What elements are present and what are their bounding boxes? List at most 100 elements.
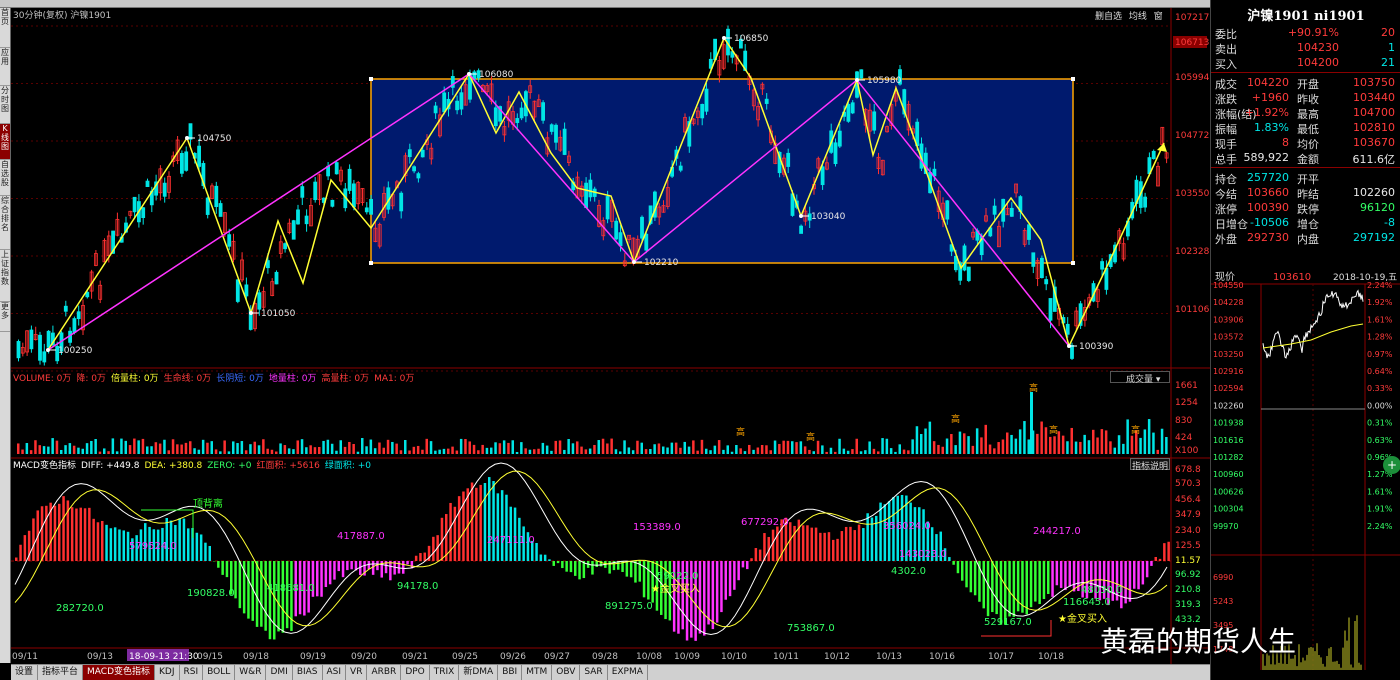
date-axis-label: 09/21 — [402, 652, 428, 662]
top-divergence-label: 顶背离 — [193, 497, 223, 510]
macd-area-label: 417887.0 — [337, 531, 385, 542]
date-axis-label: 10/13 — [876, 652, 902, 662]
indicator-tab[interactable]: BBI — [498, 665, 523, 680]
indicator-tab[interactable]: TRIX — [430, 665, 460, 680]
indicator-tab[interactable]: 指标平台 — [38, 665, 84, 680]
indicator-tab[interactable]: BOLL — [203, 665, 236, 680]
quote-value: 257720 — [1247, 171, 1289, 184]
intraday-mini-chart[interactable]: 现价 103610 2018-10-19,五10455010422810390610… — [1211, 270, 1400, 680]
indicator-tab[interactable]: RSI — [180, 665, 204, 680]
indicator-tab[interactable]: SAR — [580, 665, 608, 680]
quote-value: -10506 — [1250, 216, 1289, 229]
mini-axis-right: 2.24% — [1367, 281, 1393, 290]
volume-legend-item: 降: 0万 — [76, 374, 106, 384]
indicator-help-button[interactable]: 指标说明 — [1130, 458, 1170, 472]
nav-7[interactable]: 更多 — [0, 302, 10, 332]
quote-value: 1 — [1388, 41, 1395, 54]
quote-label: 成交 — [1215, 78, 1237, 91]
zigzag-label: 101050 — [261, 309, 296, 319]
mini-axis-left: 100960 — [1213, 470, 1244, 479]
indicator-tab[interactable]: KDJ — [155, 665, 180, 680]
mini-axis-left: 104550 — [1213, 281, 1244, 290]
macd-area-label: 59022.0 — [657, 571, 698, 582]
mini-axis-right: 1.61% — [1367, 487, 1393, 496]
macd-area-label: 153389.0 — [633, 522, 681, 533]
quote-value: 589,922 — [1243, 151, 1290, 164]
indicator-tab[interactable]: ARBR — [367, 665, 402, 680]
high-volume-marker: 高 — [1049, 424, 1058, 436]
high-volume-marker: 高 — [806, 431, 815, 443]
indicator-tab[interactable]: ASI — [323, 665, 347, 680]
volume-axis-label: 424 — [1175, 433, 1192, 443]
indicator-tab[interactable]: VR — [346, 665, 368, 680]
indicator-tab[interactable]: MACD变色指标 — [83, 665, 156, 680]
price-axis-label: 106713 — [1175, 38, 1209, 48]
mini-axis-right: 0.33% — [1367, 384, 1393, 393]
quote-label: 涨跌 — [1215, 93, 1237, 106]
range-box[interactable] — [370, 78, 1074, 264]
mini-axis-left: 101616 — [1213, 436, 1244, 445]
quote-label: 内盘 — [1297, 233, 1319, 246]
nav-3[interactable]: K线图 — [0, 124, 10, 160]
top-menu-strip[interactable] — [0, 0, 1210, 8]
order-row: 委比 +90.91% 20 — [1215, 26, 1399, 41]
nav-6[interactable]: 上证指数 — [0, 250, 10, 302]
remove-watchlist-button[interactable]: 删自选 — [1095, 12, 1122, 22]
indicator-tab[interactable]: 新DMA — [459, 665, 499, 680]
high-volume-marker: 高 — [951, 413, 960, 425]
macd-area-label: 143023.0 — [899, 549, 947, 560]
nav-0[interactable]: 首页 — [0, 8, 10, 48]
symbol-name: 沪镍1901 — [70, 11, 112, 21]
mini-axis-left: 103572 — [1213, 333, 1244, 342]
macd-axis-label: 456.4 — [1175, 495, 1201, 505]
position-row: 外盘 292730 内盘 297192 — [1215, 231, 1399, 246]
quote-value: 100390 — [1247, 201, 1289, 214]
date-axis-label: 10/12 — [824, 652, 850, 662]
mini-axis-left: 104228 — [1213, 298, 1244, 307]
indicator-tab[interactable]: MTM — [522, 665, 553, 680]
quote-label: 现手 — [1215, 138, 1237, 151]
mini-axis-right: 0.97% — [1367, 350, 1393, 359]
nav-1[interactable]: 应用 — [0, 48, 10, 86]
nav-5[interactable]: 综合排名 — [0, 196, 10, 250]
indicator-tab[interactable]: EXPMA — [608, 665, 648, 680]
indicator-tab[interactable]: 设置 — [11, 665, 39, 680]
window-button[interactable]: 窗 — [1154, 12, 1163, 22]
date-axis-label: 09/26 — [500, 652, 526, 662]
nav-2[interactable]: 分时图 — [0, 86, 10, 124]
quote-value: 8 — [1282, 136, 1289, 149]
stats-row: 总手 589,922 金额 611.6亿 — [1215, 151, 1399, 166]
indicator-tab[interactable]: DMI — [266, 665, 293, 680]
mini-axis-left: 102594 — [1213, 384, 1244, 393]
zigzag-label: 102210 — [644, 258, 679, 268]
indicator-tab[interactable]: OBV — [552, 665, 581, 680]
volume-indicator-select[interactable]: 成交量 ▾ — [1110, 371, 1170, 385]
volume-legend-item: 高量柱: 0万 — [321, 374, 370, 384]
mini-axis-left: 100304 — [1213, 505, 1244, 514]
period-title: 30分钟(复权) — [13, 11, 68, 21]
indicator-tab[interactable]: W&R — [235, 665, 267, 680]
quote-value: 104230 — [1297, 41, 1339, 54]
nav-4[interactable]: 自选股 — [0, 160, 10, 196]
indicator-tab[interactable]: BIAS — [293, 665, 323, 680]
watermark-text: 黄磊的期货人生 — [1100, 625, 1297, 658]
date-axis-label: 09/15 — [197, 652, 223, 662]
date-axis-label: 10/17 — [988, 652, 1014, 662]
quote-value: 1.83% — [1254, 121, 1289, 134]
macd-area-label: 753867.0 — [787, 623, 835, 634]
volume-axis-label: X100 — [1175, 446, 1199, 456]
macd-legend-item: DIFF: +449.8 — [80, 461, 140, 471]
ma-button[interactable]: 均线 — [1129, 12, 1147, 22]
date-axis-label: 10/18 — [1038, 652, 1064, 662]
mini-axis-left: 101938 — [1213, 419, 1244, 428]
quote-value: +1960 — [1251, 91, 1289, 104]
volume-legend-item: 长阴短: 0万 — [216, 374, 264, 384]
left-nav: 首页 应用 分时图 K线图 自选股 综合排名 上证指数 更多 — [0, 8, 11, 663]
chart-area[interactable]: 107217 106713 105994 104772 103550 102328 1011… — [11, 8, 1210, 664]
macd-area-label: 94178.0 — [397, 581, 438, 592]
position-row: 日增仓 -10506 增仓 -8 — [1215, 216, 1399, 231]
mini-axis-right: 0.63% — [1367, 436, 1393, 445]
quote-label: 今结 — [1215, 188, 1237, 201]
indicator-tab[interactable]: DPO — [401, 665, 430, 680]
macd-area-label: 891275.0 — [605, 601, 653, 612]
